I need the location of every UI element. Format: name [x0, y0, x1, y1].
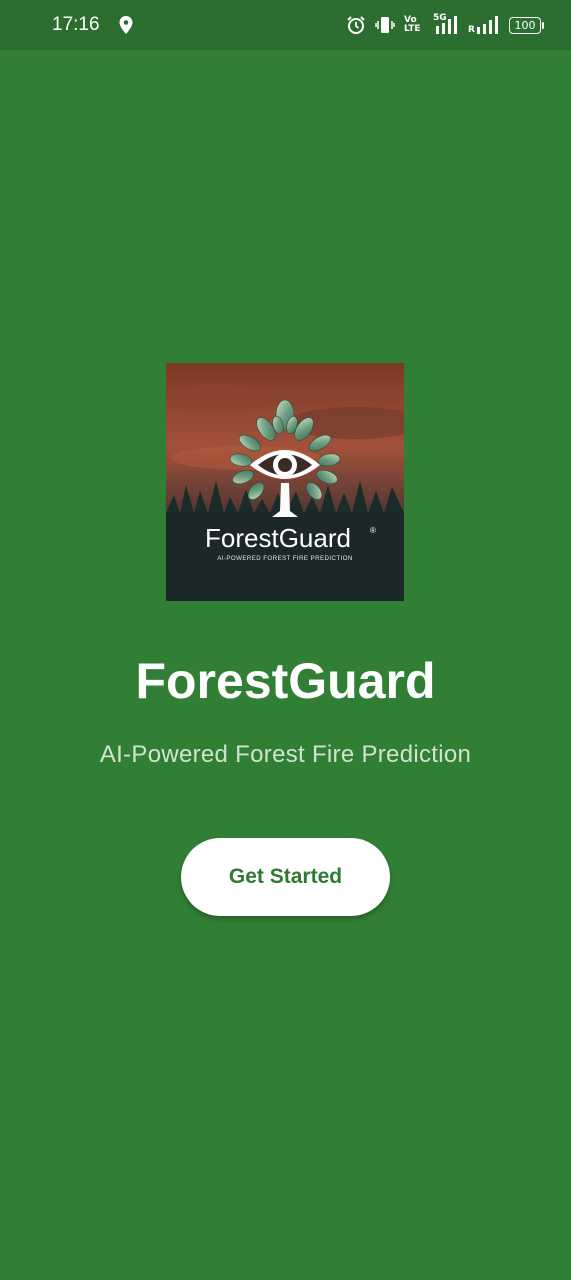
- battery-level: 100: [514, 18, 536, 32]
- battery-icon: 100: [509, 16, 544, 34]
- status-time: 17:16: [52, 14, 100, 35]
- app-logo: ForestGuard ® AI-POWERED FOREST FIRE PRE…: [166, 363, 404, 601]
- signal-5g: 5G: [433, 14, 459, 36]
- status-icons: Vo LTE 5G R 100: [346, 13, 544, 37]
- signal-bars-icon: [436, 16, 457, 34]
- alarm-icon: [347, 16, 365, 34]
- logo-registered-mark: ®: [370, 526, 376, 535]
- page-subtitle: AI-Powered Forest Fire Prediction: [99, 741, 472, 768]
- get-started-button[interactable]: Get Started: [181, 838, 390, 916]
- location-pin-icon: [119, 16, 133, 34]
- status-bar: 17:16 Vo LTE 5G R 100: [0, 0, 571, 50]
- logo-tagline: AI-POWERED FOREST FIRE PREDICTION: [217, 555, 352, 562]
- signal-bars-icon: [477, 16, 498, 34]
- page-title: ForestGuard: [135, 653, 436, 709]
- logo-wordmark: ForestGuard: [205, 523, 351, 553]
- signal-roaming: R: [468, 14, 500, 36]
- volte-indicator: Vo LTE: [404, 15, 421, 34]
- vibrate-icon: [375, 17, 395, 33]
